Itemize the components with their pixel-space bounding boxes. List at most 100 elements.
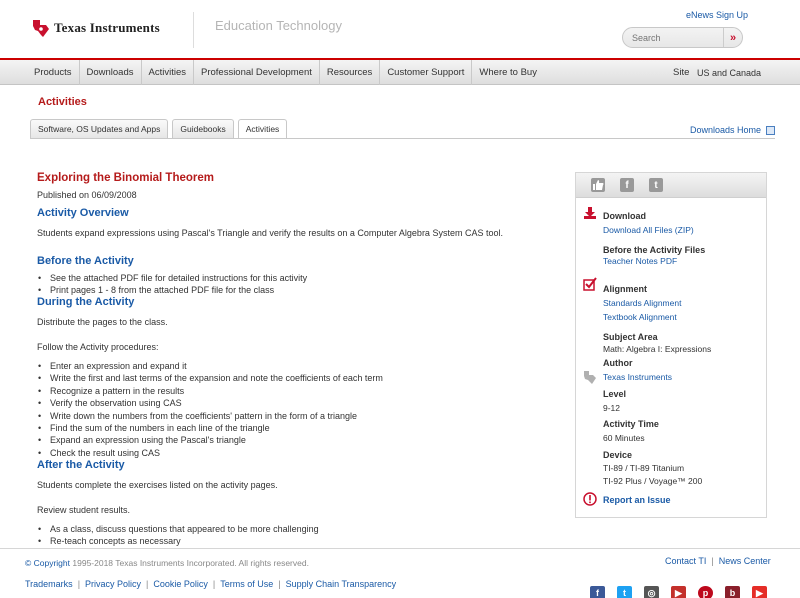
download-all-link[interactable]: Download All Files (ZIP) — [603, 225, 694, 235]
facebook-icon[interactable]: f — [620, 178, 634, 192]
footer-links: Trademarks | Privacy Policy | Cookie Pol… — [25, 579, 396, 589]
list-item: As a class, discuss questions that appea… — [38, 523, 319, 536]
author-label: Author — [603, 358, 633, 368]
list-item: Expand an expression using the Pascal's … — [38, 434, 383, 447]
alert-icon — [583, 492, 597, 506]
download-icon — [583, 206, 597, 220]
search-box: » — [622, 27, 743, 48]
nav-resources[interactable]: Resources — [320, 60, 381, 85]
during-text-2: Follow the Activity procedures: — [37, 342, 159, 352]
nav-customer-support[interactable]: Customer Support — [380, 60, 473, 85]
during-heading: During the Activity — [37, 296, 135, 308]
subject-area-value: Math: Algebra I: Expressions — [603, 344, 712, 354]
activity-title: Exploring the Binomial Theorem — [37, 172, 214, 184]
during-text-1: Distribute the pages to the class. — [37, 317, 168, 327]
before-list: See the attached PDF file for detailed i… — [38, 272, 307, 297]
brand-name: Texas Instruments — [54, 20, 160, 35]
nav-downloads[interactable]: Downloads — [80, 60, 142, 85]
separator: | — [146, 579, 149, 589]
footer-contact-links: Contact TI | News Center — [665, 556, 771, 566]
list-item: Enter an expression and expand it — [38, 360, 383, 373]
after-heading: After the Activity — [37, 459, 125, 471]
teacher-notes-link[interactable]: Teacher Notes PDF — [603, 256, 677, 266]
after-text-1: Students complete the exercises listed o… — [37, 480, 278, 490]
before-heading: Before the Activity — [37, 255, 134, 267]
share-bar: f t — [576, 173, 766, 198]
terms-of-use-link[interactable]: Terms of Use — [220, 579, 273, 589]
site-footer: © Copyright 1995-2018 Texas Instruments … — [0, 548, 800, 598]
search-submit-button[interactable]: » — [723, 28, 742, 47]
device-value-1: TI-89 / TI-89 Titanium — [603, 463, 685, 473]
youtube-alt-icon[interactable]: ▶ — [752, 586, 767, 598]
page-title: Activities — [38, 96, 87, 108]
texas-state-icon — [32, 18, 50, 38]
download-tabs: Software, OS Updates and Apps Guidebooks… — [30, 119, 288, 139]
facebook-icon[interactable]: f — [590, 586, 605, 598]
copyright-text: 1995-2018 Texas Instruments Incorporated… — [72, 558, 309, 568]
twitter-icon[interactable]: t — [649, 178, 663, 192]
ti-logo[interactable]: Texas Instruments — [32, 18, 160, 38]
separator: | — [711, 556, 714, 566]
activity-time-label: Activity Time — [603, 419, 659, 429]
pinterest-icon[interactable]: p — [698, 586, 713, 598]
home-icon — [766, 125, 776, 135]
enews-signup-link[interactable]: eNews Sign Up — [686, 10, 748, 20]
news-center-link[interactable]: News Center — [719, 556, 771, 566]
standards-alignment-link[interactable]: Standards Alignment — [603, 298, 681, 308]
download-label: Download — [603, 211, 646, 221]
list-item: Recognize a pattern in the results — [38, 385, 383, 398]
list-item: Write the first and last terms of the ex… — [38, 372, 383, 385]
overview-text: Students expand expressions using Pascal… — [37, 228, 503, 238]
during-list: Enter an expression and expand it Write … — [38, 360, 383, 460]
youtube-icon[interactable]: ▶ — [671, 586, 686, 598]
list-item: Re-teach concepts as necessary — [38, 535, 319, 548]
supply-chain-link[interactable]: Supply Chain Transparency — [286, 579, 397, 589]
section-name: Education Technology — [215, 18, 342, 33]
instagram-icon[interactable]: ◎ — [644, 586, 659, 598]
list-item: Check the result using CAS — [38, 447, 383, 460]
cookie-policy-link[interactable]: Cookie Policy — [153, 579, 208, 589]
contact-ti-link[interactable]: Contact TI — [665, 556, 706, 566]
separator: | — [278, 579, 281, 589]
published-date: Published on 06/09/2008 — [37, 190, 137, 200]
nav-activities[interactable]: Activities — [142, 60, 194, 85]
device-value-2: TI-92 Plus / Voyage™ 200 — [603, 476, 703, 486]
thumbs-up-icon[interactable] — [591, 178, 605, 192]
before-files-label: Before the Activity Files — [603, 245, 706, 255]
ti-blog-icon[interactable]: b — [725, 586, 740, 598]
tab-software[interactable]: Software, OS Updates and Apps — [30, 119, 169, 138]
list-item: Print pages 1 - 8 from the attached PDF … — [38, 284, 307, 297]
site-selector[interactable]: US and Canada — [697, 68, 761, 78]
separator: | — [212, 579, 216, 589]
downloads-home-label: Downloads Home — [690, 125, 762, 135]
nav-where-to-buy[interactable]: Where to Buy — [472, 60, 544, 85]
alignment-label: Alignment — [603, 284, 647, 294]
site-label: Site — [673, 67, 690, 78]
nav-professional-development[interactable]: Professional Development — [194, 60, 320, 85]
nav-products[interactable]: Products — [27, 60, 80, 85]
list-item: See the attached PDF file for detailed i… — [38, 272, 307, 285]
main-nav: Products Downloads Activities Profession… — [0, 58, 800, 85]
device-label: Device — [603, 450, 633, 460]
overview-heading: Activity Overview — [37, 207, 129, 219]
tab-activities[interactable]: Activities — [237, 119, 288, 139]
tab-guidebooks[interactable]: Guidebooks — [172, 119, 234, 138]
trademarks-link[interactable]: Trademarks — [25, 579, 73, 589]
copyright-symbol: © Copyright — [25, 558, 71, 568]
twitter-icon[interactable]: t — [617, 586, 632, 598]
tab-divider — [30, 138, 775, 139]
after-text-2: Review student results. — [37, 505, 131, 515]
privacy-policy-link[interactable]: Privacy Policy — [85, 579, 141, 589]
downloads-home-link[interactable]: Downloads Home — [690, 125, 776, 135]
copyright: © Copyright 1995-2018 Texas Instruments … — [25, 558, 309, 568]
report-issue-link[interactable]: Report an Issue — [603, 495, 671, 505]
search-input[interactable] — [623, 28, 725, 47]
activity-time-value: 60 Minutes — [603, 433, 645, 443]
list-item: Verify the observation using CAS — [38, 397, 383, 410]
social-links: f t ◎ ▶ p b ▶ — [590, 586, 767, 598]
separator: | — [77, 579, 81, 589]
textbook-alignment-link[interactable]: Textbook Alignment — [603, 312, 677, 322]
double-chevron-right-icon: » — [729, 31, 737, 44]
site-header: Texas Instruments Education Technology e… — [0, 0, 800, 58]
author-link[interactable]: Texas Instruments — [603, 372, 672, 382]
